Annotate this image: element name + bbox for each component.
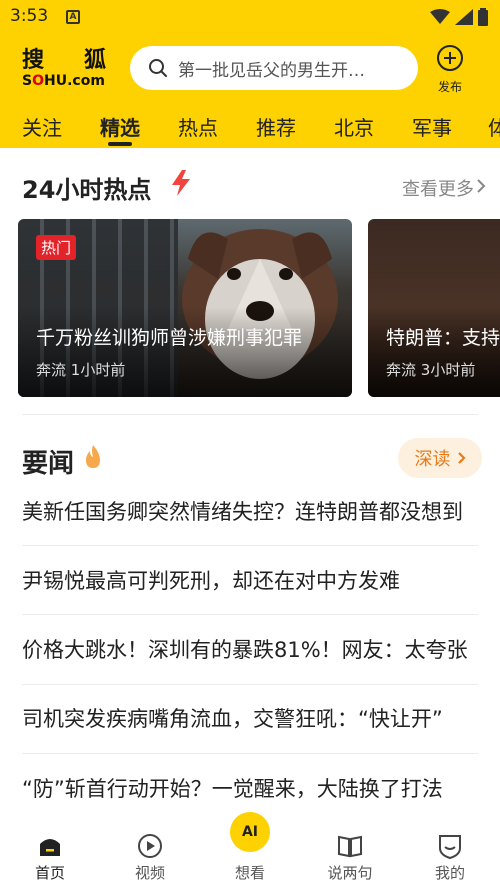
lightning-icon: [172, 170, 190, 196]
chevron-right-icon: [477, 179, 486, 193]
home-icon: [40, 839, 60, 856]
tab-hot[interactable]: 热点: [178, 112, 218, 141]
news-divider: [22, 684, 478, 685]
tab-military[interactable]: 军事: [412, 112, 452, 141]
nav-comments[interactable]: 说两句: [300, 818, 400, 888]
card-title: 千万粉丝训狗师曾涉嫌刑事犯罪: [36, 327, 303, 349]
nav-label: 首页: [34, 864, 65, 882]
nav-label: 视频: [134, 864, 165, 882]
channel-tabs: 关注 精选 热点 推荐 北京 军事 体: [0, 106, 500, 146]
search-bar[interactable]: 第一批见岳父的男生开…: [130, 46, 418, 90]
news-divider: [22, 545, 478, 546]
news-item[interactable]: “防”斩首行动开始？一觉醒来，大陆换了打法: [22, 773, 482, 803]
tab-recommend[interactable]: 推荐: [256, 112, 296, 141]
card-shade: [18, 307, 352, 397]
nav-ai-watch[interactable]: AI 想看: [200, 812, 300, 888]
tab-featured[interactable]: 精选: [100, 112, 140, 141]
hot-badge: 热门: [36, 235, 77, 260]
signal-icon: [455, 9, 473, 25]
tab-follow[interactable]: 关注: [22, 112, 62, 141]
news-item[interactable]: 美新任国务卿突然情绪失控？连特朗普都没想到: [22, 496, 482, 526]
hot-section-title: 24小时热点: [22, 176, 152, 204]
flame-icon: [86, 445, 100, 468]
tab-beijing[interactable]: 北京: [334, 112, 374, 141]
battery-icon: [478, 8, 488, 26]
logo-english: SOHU.com: [22, 73, 105, 89]
news-divider: [22, 753, 478, 754]
card-shade: [368, 307, 500, 397]
tab-sports[interactable]: 体: [488, 112, 500, 141]
status-indicators: [430, 7, 488, 27]
news-item[interactable]: 尹锡悦最高可判死刑，却还在对中方发难: [22, 565, 482, 595]
publish-button[interactable]: 发布: [432, 44, 468, 95]
hot-card[interactable]: 特朗普：支持 奔流 3小时前: [368, 219, 500, 397]
search-icon: [149, 59, 167, 77]
news-item[interactable]: 司机突发疾病嘴角流血，交警狂吼：“快让开”: [22, 703, 482, 733]
ai-icon: AI: [230, 812, 270, 852]
logo-chinese: 搜 狐: [22, 47, 108, 73]
hot-card[interactable]: 热门 千万粉丝训狗师曾涉嫌刑事犯罪 奔流 1小时前: [18, 219, 352, 397]
bottom-navigation: 首页 视频 AI 想看 说两句 我的: [0, 812, 500, 888]
deep-read-button[interactable]: 深读: [398, 438, 482, 478]
nav-home[interactable]: 首页: [0, 818, 100, 888]
deep-read-label: 深读: [414, 449, 451, 470]
comment-book-icon: [338, 835, 362, 858]
nav-label: 说两句: [327, 864, 373, 882]
nav-mine[interactable]: 我的: [400, 818, 500, 888]
active-tab-indicator: [108, 142, 132, 146]
chevron-right-icon: [457, 452, 466, 464]
top-header: 3:53 A 搜 狐 SOHU.com 第一批见岳父的男生开… 发布 关注 精选…: [0, 0, 500, 148]
card-meta: 奔流 1小时前: [36, 361, 126, 379]
status-time: 3:53: [10, 6, 49, 26]
profile-badge-icon: [439, 835, 461, 860]
status-bar: 3:53 A: [0, 0, 500, 34]
plus-circle-icon: [437, 45, 463, 71]
sohu-logo[interactable]: 搜 狐 SOHU.com: [22, 42, 108, 94]
search-placeholder: 第一批见岳父的男生开…: [178, 60, 365, 81]
card-title: 特朗普：支持: [386, 327, 500, 349]
news-section-title: 要闻: [22, 449, 75, 479]
card-meta: 奔流 3小时前: [386, 361, 476, 379]
news-item[interactable]: 价格大跳水！深圳有的暴跌81%！网友：太夸张: [22, 634, 482, 664]
nav-video[interactable]: 视频: [100, 818, 200, 888]
section-divider: [22, 414, 478, 415]
see-more-link[interactable]: 查看更多: [402, 175, 474, 201]
nav-label: 我的: [434, 864, 465, 882]
nav-label: 想看: [234, 864, 265, 882]
play-icon: [138, 834, 162, 858]
publish-label: 发布: [437, 80, 462, 94]
notification-icon: A: [66, 10, 80, 24]
wifi-icon: [430, 9, 450, 24]
news-divider: [22, 614, 478, 615]
